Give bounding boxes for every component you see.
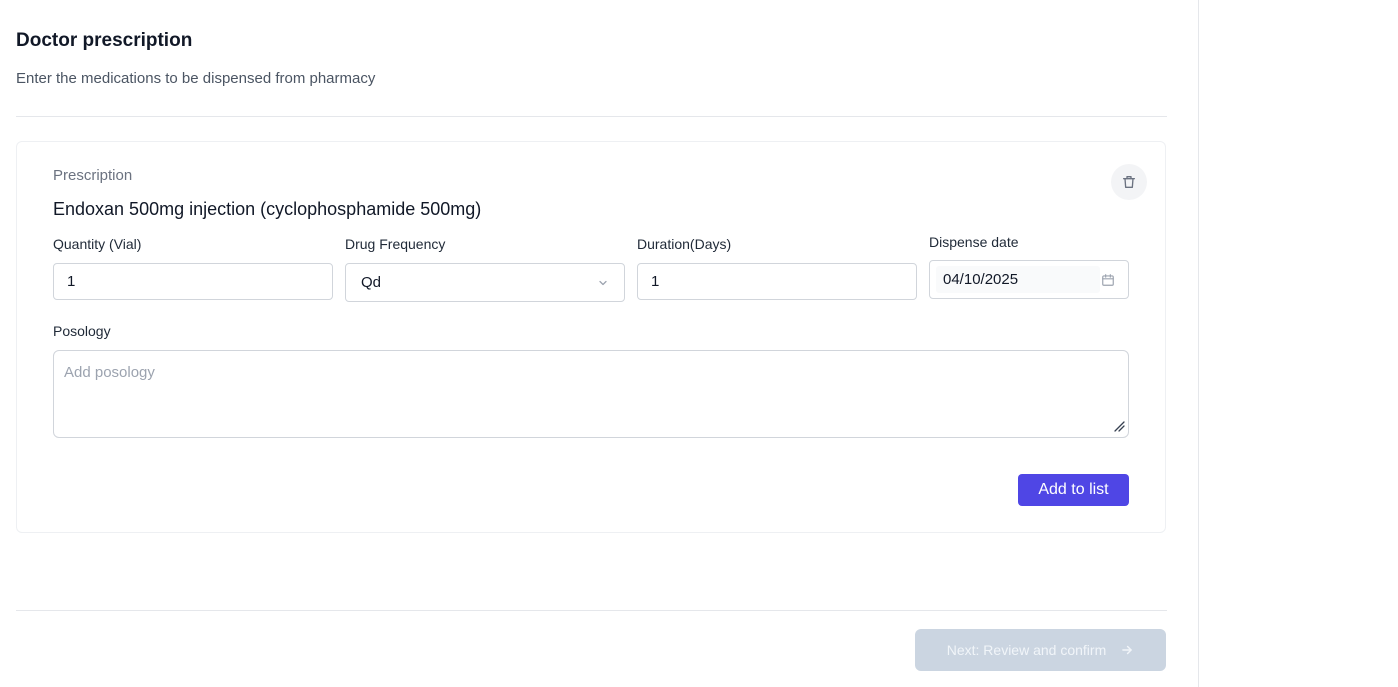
- posology-textarea[interactable]: [53, 350, 1129, 438]
- dispense-date-label: Dispense date: [929, 234, 1019, 250]
- header-divider: [16, 116, 1167, 117]
- footer-divider: [16, 610, 1167, 611]
- posology-label: Posology: [53, 323, 111, 339]
- duration-input[interactable]: [637, 263, 917, 300]
- next-review-button[interactable]: Next: Review and confirm: [915, 629, 1166, 671]
- prescription-card: Prescription Endoxan 500mg injection (cy…: [16, 141, 1166, 533]
- prescription-label: Prescription: [53, 167, 133, 184]
- dispense-date-value: 04/10/2025: [943, 271, 1019, 288]
- page-title: Doctor prescription: [16, 30, 193, 51]
- frequency-label: Drug Frequency: [345, 236, 446, 252]
- right-panel: [1200, 0, 1398, 687]
- page-subtitle: Enter the medications to be dispensed fr…: [16, 70, 376, 87]
- main-panel: Doctor prescription Enter the medication…: [0, 0, 1199, 687]
- next-button-label: Next: Review and confirm: [946, 642, 1107, 658]
- calendar-icon[interactable]: [1101, 273, 1115, 287]
- quantity-label: Quantity (Vial): [53, 236, 142, 252]
- frequency-select[interactable]: Qd: [345, 263, 625, 302]
- quantity-input[interactable]: [53, 263, 333, 300]
- chevron-down-icon: [599, 280, 607, 285]
- drug-name: Endoxan 500mg injection (cyclophosphamid…: [53, 199, 482, 219]
- resize-grip-icon[interactable]: [1113, 420, 1125, 432]
- delete-prescription-button[interactable]: [1111, 164, 1147, 200]
- dispense-date-input[interactable]: 04/10/2025: [929, 260, 1129, 299]
- frequency-value: Qd: [361, 274, 382, 291]
- arrow-right-icon: [1122, 645, 1133, 655]
- add-to-list-button[interactable]: Add to list: [1018, 474, 1129, 506]
- duration-label: Duration(Days): [637, 236, 732, 252]
- trash-icon: [1123, 176, 1135, 188]
